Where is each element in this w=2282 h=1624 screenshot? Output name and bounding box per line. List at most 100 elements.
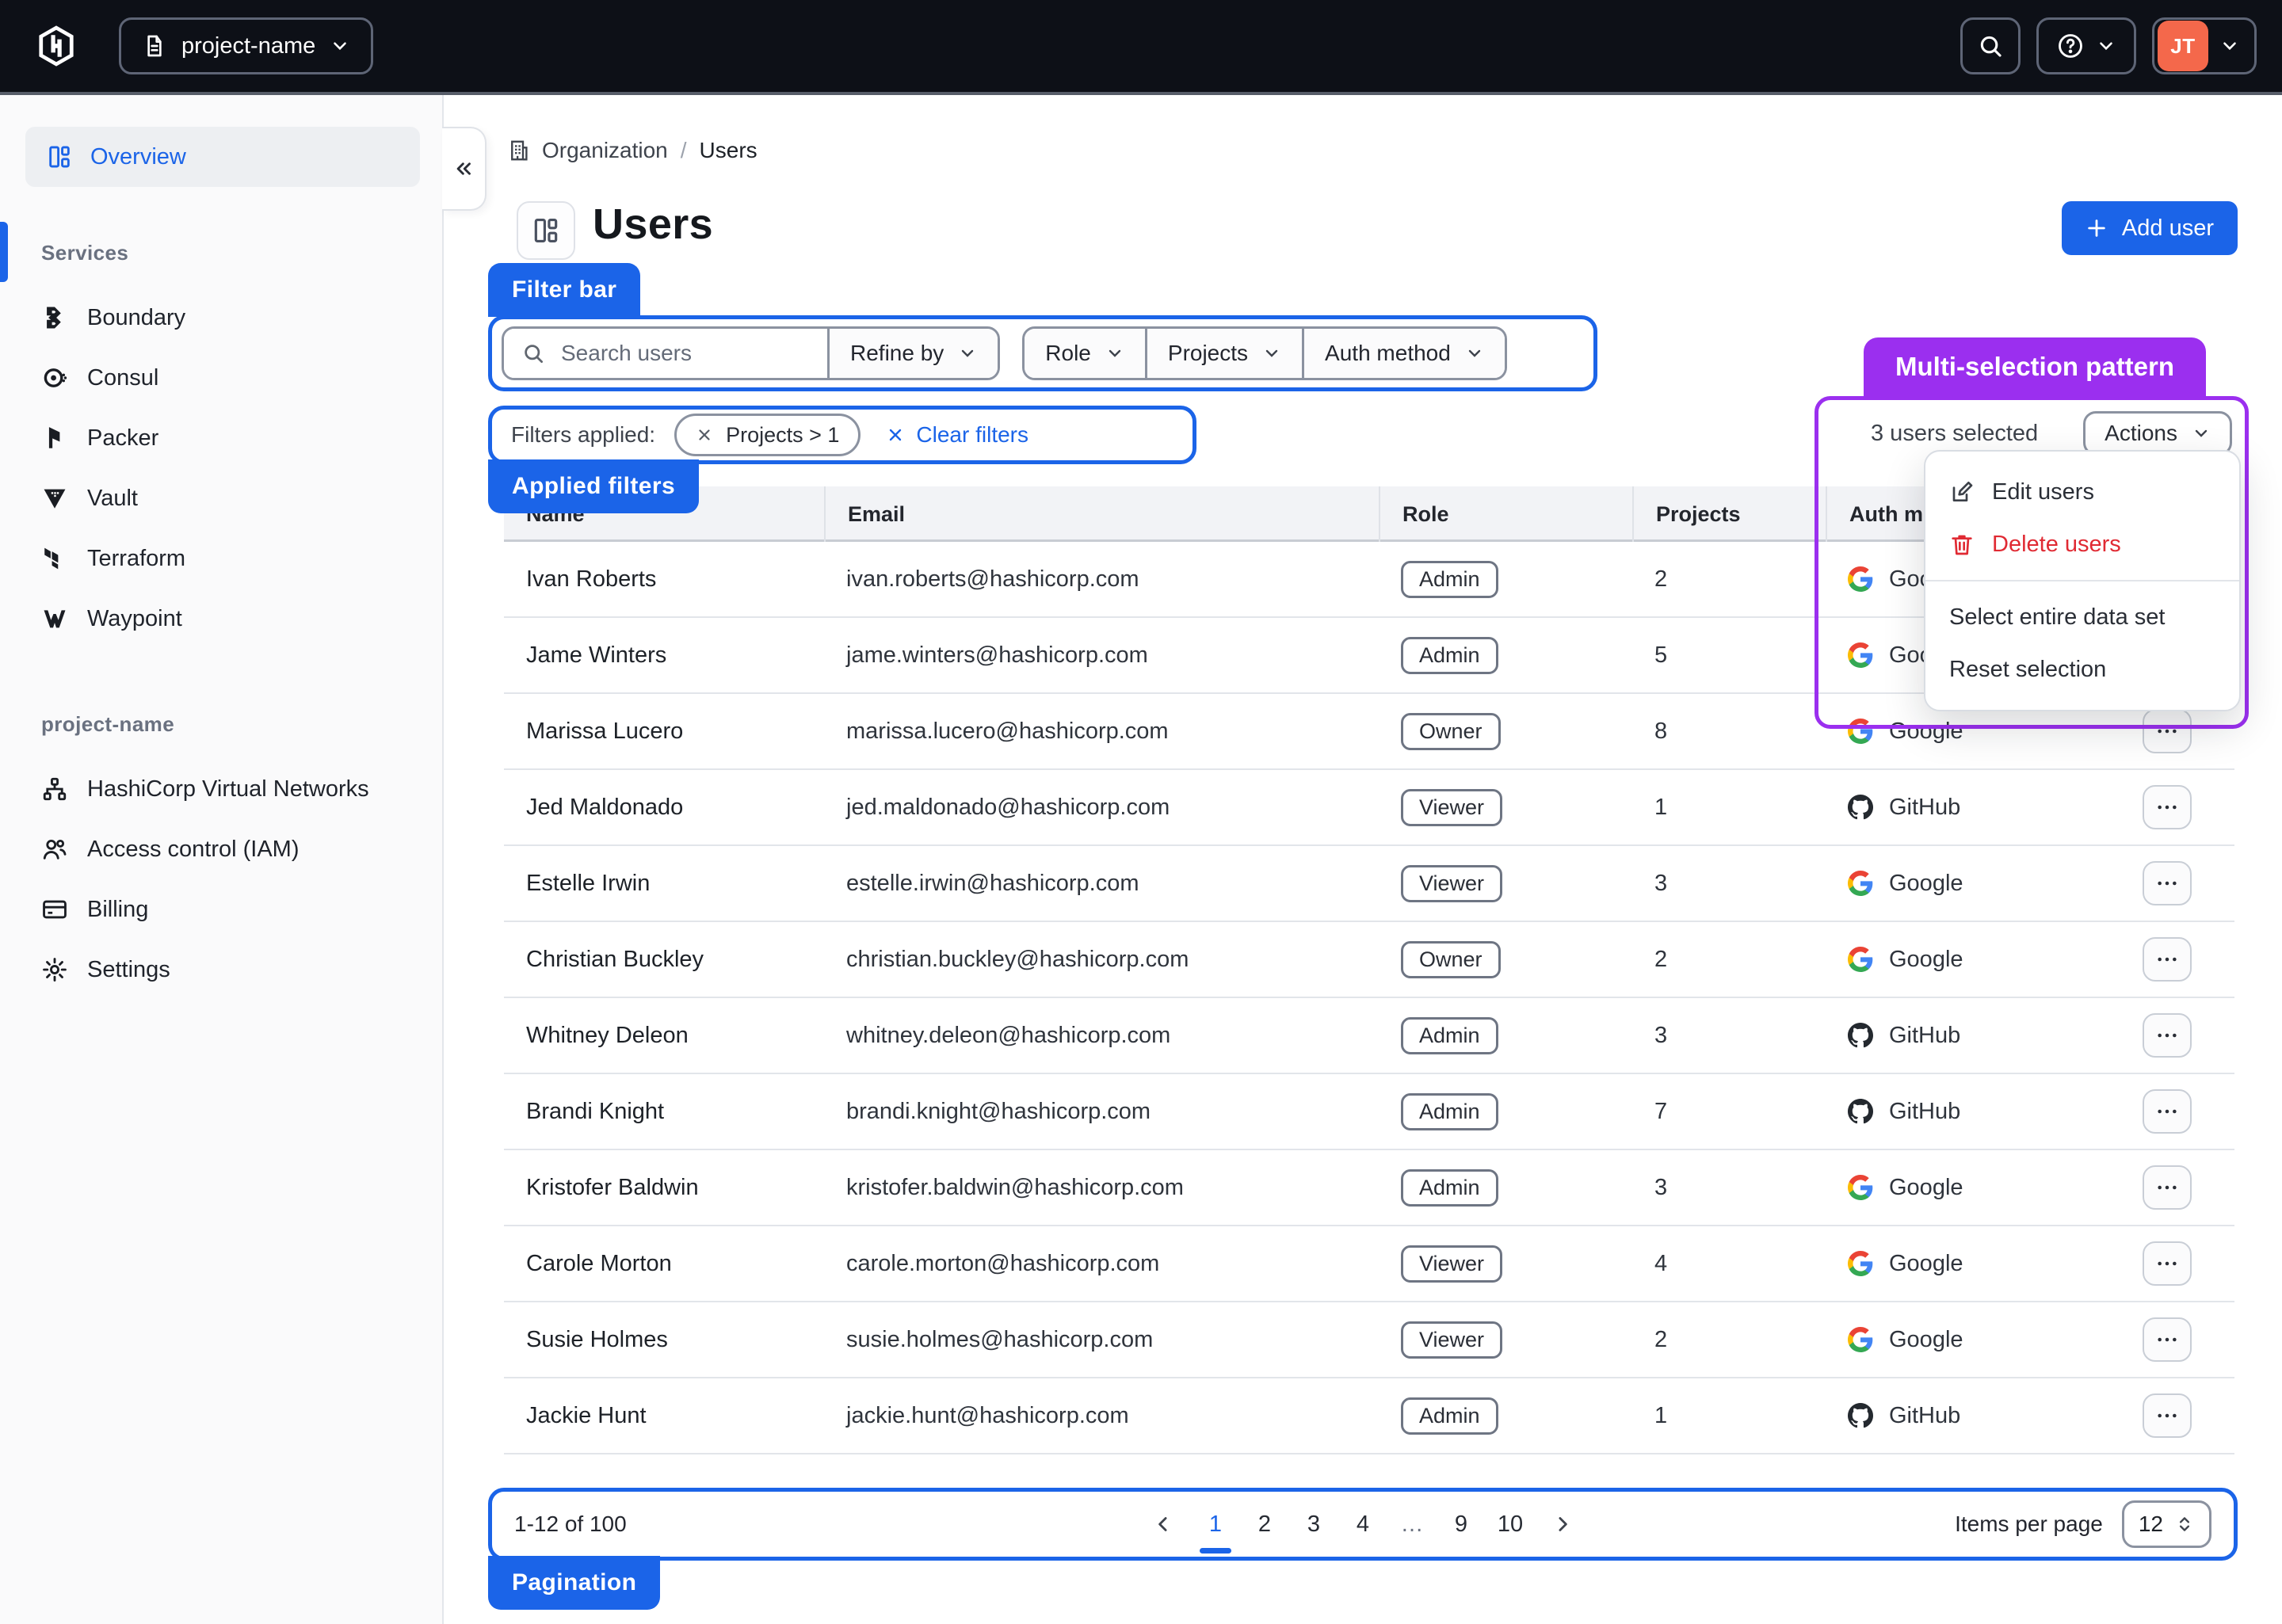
role-badge: Owner — [1401, 941, 1501, 978]
auth-method-label: Google — [1889, 1175, 1963, 1201]
role-badge: Admin — [1401, 637, 1498, 674]
page-button[interactable]: 2 — [1247, 1492, 1282, 1557]
row-actions-button[interactable] — [2143, 861, 2192, 905]
table-row[interactable]: Carole Morton carole.morton@hashicorp.co… — [504, 1226, 2234, 1302]
user-email: jame.winters@hashicorp.com — [824, 642, 1379, 669]
menu-item-edit-users[interactable]: Edit users — [1925, 466, 2239, 518]
table-row[interactable]: Susie Holmes susie.holmes@hashicorp.com … — [504, 1302, 2234, 1378]
auth-method-label: GitHub — [1889, 1099, 1960, 1125]
chevron-down-icon — [2096, 36, 2116, 56]
page-ellipsis: … — [1395, 1492, 1429, 1557]
column-header-projects[interactable]: Projects — [1632, 486, 1826, 542]
projects-count: 2 — [1632, 566, 1826, 593]
waypoint-icon — [41, 605, 68, 632]
user-name: Marissa Lucero — [504, 719, 824, 745]
building-icon — [507, 139, 531, 162]
table-row[interactable]: Christian Buckley christian.buckley@hash… — [504, 922, 2234, 998]
items-per-page-select[interactable]: 12 — [2122, 1500, 2211, 1548]
google-icon — [1848, 871, 1873, 896]
close-icon — [886, 425, 905, 444]
auth-method-label: Google — [1889, 1251, 1963, 1277]
sidebar-item-consul[interactable]: Consul — [0, 348, 442, 408]
ellipsis-icon — [2154, 1023, 2180, 1048]
google-icon — [1848, 1327, 1873, 1352]
page-button[interactable]: 10 — [1493, 1492, 1528, 1557]
role-filter-dropdown[interactable]: Role — [1025, 329, 1145, 378]
annotation-pagination: Pagination — [488, 1556, 660, 1610]
user-menu-button[interactable]: JT — [2152, 17, 2257, 74]
chevron-down-icon — [2219, 36, 2240, 56]
sidebar-item-packer[interactable]: Packer — [0, 408, 442, 468]
actions-dropdown-button[interactable]: Actions — [2083, 411, 2232, 456]
help-menu-button[interactable] — [2036, 17, 2136, 74]
chevron-down-icon — [2192, 424, 2211, 443]
table-row[interactable]: Estelle Irwin estelle.irwin@hashicorp.co… — [504, 846, 2234, 922]
projects-count: 2 — [1632, 1327, 1826, 1353]
project-switcher-label: project-name — [181, 33, 315, 59]
sidebar-collapse-button[interactable] — [442, 127, 487, 211]
row-actions-button[interactable] — [2143, 1165, 2192, 1210]
sidebar-item-overview[interactable]: Overview — [25, 127, 420, 187]
page-button[interactable]: 3 — [1296, 1492, 1331, 1557]
sidebar-item-label: Packer — [87, 425, 158, 452]
vault-icon — [41, 485, 68, 512]
filter-chip-projects[interactable]: Projects > 1 — [674, 414, 861, 456]
sidebar-item-vault[interactable]: Vault — [0, 468, 442, 528]
sidebar-item-billing[interactable]: Billing — [0, 879, 442, 940]
next-page-button[interactable] — [1542, 1504, 1583, 1545]
search-icon — [521, 341, 545, 365]
page-button[interactable]: 4 — [1345, 1492, 1380, 1557]
consul-icon — [41, 364, 68, 391]
page-button[interactable]: 1 — [1198, 1492, 1233, 1557]
selection-status: 3 users selected — [1871, 421, 2038, 447]
page-button[interactable]: 9 — [1444, 1492, 1479, 1557]
google-icon — [1848, 719, 1873, 744]
projects-count: 1 — [1632, 1403, 1826, 1429]
sidebar-item-access-control-iam[interactable]: Access control (IAM) — [0, 819, 442, 879]
menu-item-reset-selection[interactable]: Reset selection — [1925, 643, 2239, 696]
global-search-button[interactable] — [1960, 17, 2021, 74]
table-row[interactable]: Jed Maldonado jed.maldonado@hashicorp.co… — [504, 770, 2234, 846]
sidebar-item-boundary[interactable]: Boundary — [0, 288, 442, 348]
column-header-role[interactable]: Role — [1379, 486, 1632, 542]
auth-method-filter-dropdown[interactable]: Auth method — [1302, 329, 1505, 378]
menu-item-delete-users[interactable]: Delete users — [1925, 518, 2239, 570]
row-actions-button[interactable] — [2143, 785, 2192, 829]
previous-page-button[interactable] — [1143, 1504, 1184, 1545]
table-row[interactable]: Whitney Deleon whitney.deleon@hashicorp.… — [504, 998, 2234, 1074]
row-actions-button[interactable] — [2143, 1241, 2192, 1286]
project-switcher-button[interactable]: project-name — [119, 17, 373, 74]
breadcrumb-current: Users — [700, 138, 757, 163]
breadcrumb-organization[interactable]: Organization — [507, 138, 668, 163]
table-row[interactable]: Brandi Knight brandi.knight@hashicorp.co… — [504, 1074, 2234, 1150]
row-actions-button[interactable] — [2143, 709, 2192, 753]
row-actions-button[interactable] — [2143, 1393, 2192, 1438]
row-actions-button[interactable] — [2143, 1089, 2192, 1134]
sidebar-item-waypoint[interactable]: Waypoint — [0, 589, 442, 649]
row-actions-button[interactable] — [2143, 937, 2192, 982]
avatar: JT — [2158, 21, 2208, 71]
sidebar-item-terraform[interactable]: Terraform — [0, 528, 442, 589]
add-user-button[interactable]: Add user — [2062, 201, 2238, 255]
projects-filter-dropdown[interactable]: Projects — [1145, 329, 1302, 378]
table-row[interactable]: Jackie Hunt jackie.hunt@hashicorp.com Ad… — [504, 1378, 2234, 1454]
role-badge: Viewer — [1401, 1245, 1502, 1283]
sidebar-item-settings[interactable]: Settings — [0, 940, 442, 1000]
clear-filters-link[interactable]: Clear filters — [886, 422, 1028, 448]
plus-icon — [2085, 217, 2108, 239]
chevron-down-icon — [1465, 344, 1484, 363]
ellipsis-icon — [2154, 1175, 2180, 1200]
table-row[interactable]: Kristofer Baldwin kristofer.baldwin@hash… — [504, 1150, 2234, 1226]
role-badge: Admin — [1401, 1093, 1498, 1130]
menu-item-select-entire-data-set[interactable]: Select entire data set — [1925, 591, 2239, 643]
filter-bar: Refine by Role Projects Auth method — [488, 315, 1597, 391]
sidebar-item-hashicorp-virtual-networks[interactable]: HashiCorp Virtual Networks — [0, 759, 442, 819]
column-header-email[interactable]: Email — [824, 486, 1379, 542]
user-email: susie.holmes@hashicorp.com — [824, 1327, 1379, 1353]
row-actions-button[interactable] — [2143, 1013, 2192, 1058]
ellipsis-icon — [2154, 1327, 2180, 1352]
refine-by-dropdown[interactable]: Refine by — [827, 329, 998, 378]
search-input[interactable] — [558, 339, 786, 368]
row-actions-button[interactable] — [2143, 1317, 2192, 1362]
dashboard-icon — [531, 215, 561, 246]
